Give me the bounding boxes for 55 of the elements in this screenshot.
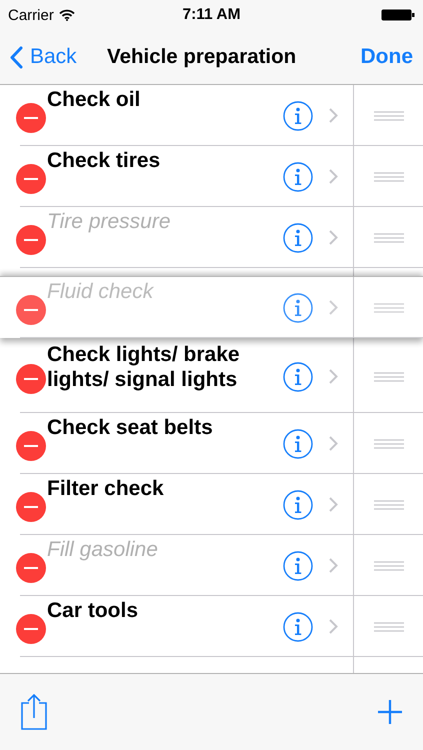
task-title: Car tools (47, 598, 140, 624)
reorder-handle-icon[interactable] (374, 302, 404, 312)
reorder-handle-icon[interactable] (374, 622, 404, 632)
info-icon[interactable] (283, 490, 313, 520)
chevron-icon (329, 558, 338, 573)
battery-icon (381, 9, 416, 21)
chevron-icon (329, 436, 338, 451)
wifi-icon (58, 9, 75, 21)
delete-button[interactable] (16, 364, 46, 394)
info-icon[interactable] (283, 292, 313, 322)
reorder-handle-icon[interactable] (374, 560, 404, 570)
delete-button[interactable] (16, 164, 46, 194)
chevron-icon (329, 497, 338, 512)
clock-time: 7:11 AM (182, 6, 241, 24)
task-title: Check lights/ brake lights/ signal lights (47, 342, 241, 393)
info-icon[interactable] (283, 428, 313, 458)
task-title: Filter check (47, 476, 165, 502)
chevron-icon (329, 108, 338, 123)
chevron-icon (329, 619, 338, 634)
info-icon[interactable] (283, 612, 313, 642)
task-title: Check seat belts (47, 415, 214, 441)
info-icon[interactable] (283, 222, 313, 252)
info-icon[interactable] (283, 100, 313, 130)
reorder-handle-icon[interactable] (374, 232, 404, 242)
task-title: Tire pressure (47, 209, 172, 235)
delete-button[interactable] (16, 492, 46, 522)
reorder-handle-icon[interactable] (374, 438, 404, 448)
screen-title: Vehicle preparation (106, 45, 298, 69)
delete-button[interactable] (16, 552, 46, 582)
reorder-handle-icon[interactable] (374, 500, 404, 510)
delete-button[interactable] (16, 224, 46, 254)
info-icon[interactable] (283, 162, 313, 192)
chevron-icon (329, 230, 338, 245)
back-button[interactable]: Back (10, 45, 77, 69)
task-title: Check oil (47, 87, 142, 113)
task-title: Fluid check (47, 279, 155, 305)
done-button[interactable]: Done (360, 45, 413, 69)
reorder-handle-icon[interactable] (374, 172, 404, 182)
chevron-icon (329, 169, 338, 184)
task-title: Fill gasoline (47, 537, 159, 563)
add-icon[interactable] (377, 699, 403, 725)
share-icon[interactable] (21, 694, 47, 730)
delete-button[interactable] (16, 430, 46, 460)
reorder-handle-icon[interactable] (374, 110, 404, 120)
delete-button[interactable] (16, 294, 46, 324)
delete-button[interactable] (16, 614, 46, 644)
info-icon[interactable] (283, 362, 313, 392)
chevron-icon (329, 300, 338, 315)
info-icon[interactable] (283, 550, 313, 580)
carrier-label: Carrier (8, 6, 54, 24)
chevron-icon (329, 369, 338, 384)
task-title: Check tires (47, 148, 162, 174)
back-chevron-icon (10, 46, 23, 68)
delete-button[interactable] (16, 102, 46, 132)
reorder-handle-icon[interactable] (374, 372, 404, 382)
